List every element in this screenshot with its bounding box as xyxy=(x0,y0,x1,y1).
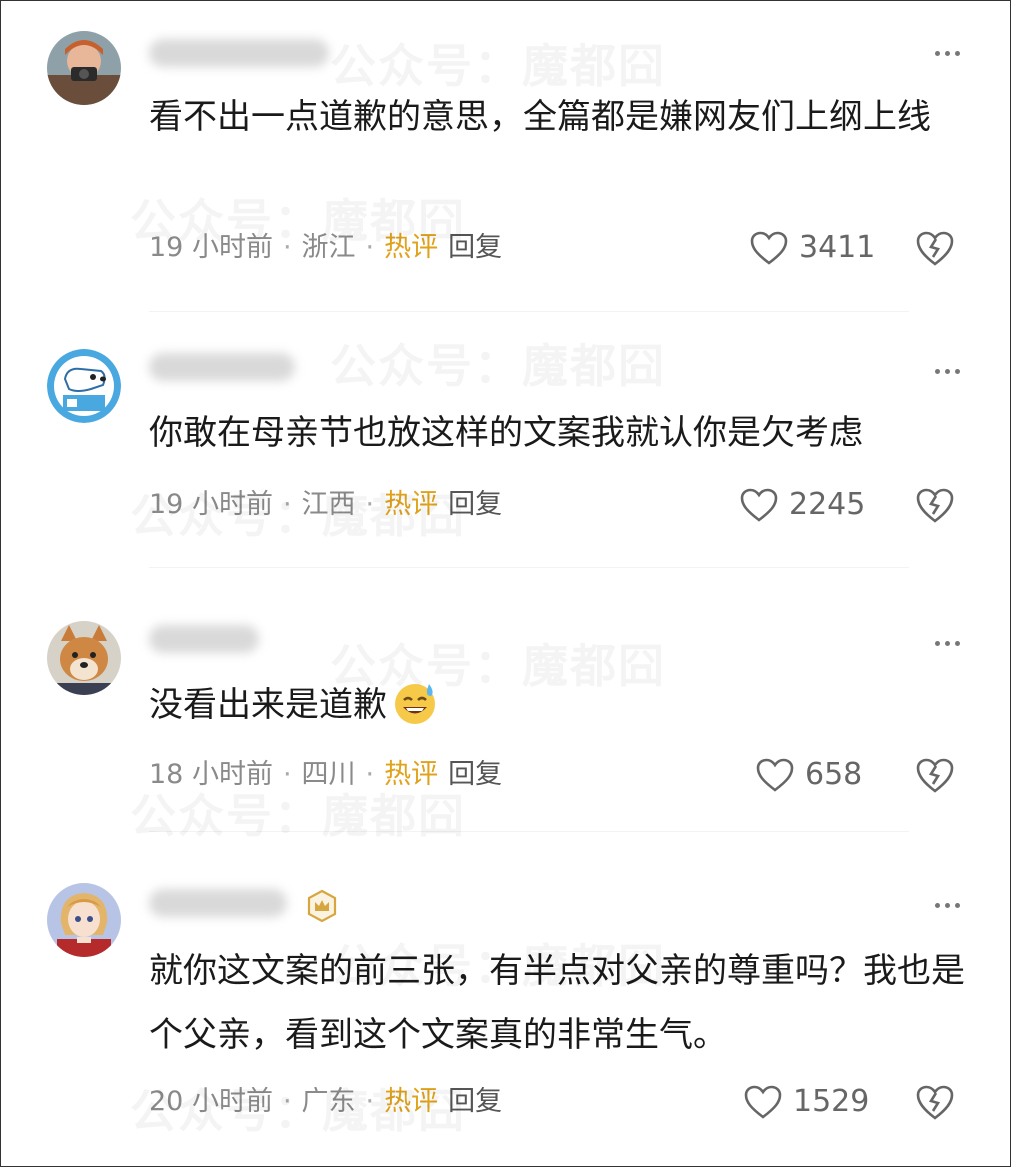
meta-separator: · xyxy=(282,759,292,790)
heart-icon xyxy=(756,758,794,792)
like-button[interactable]: 658 xyxy=(755,755,862,795)
meta-separator: · xyxy=(282,232,292,263)
more-options-icon[interactable] xyxy=(933,639,963,649)
comment-text: 没看出来是道歉 xyxy=(149,673,969,737)
heart-icon xyxy=(744,1085,782,1119)
broken-heart-icon[interactable] xyxy=(915,756,955,794)
username-blurred[interactable] xyxy=(149,39,329,67)
reply-button[interactable]: 回复 xyxy=(448,489,502,520)
sweat-smile-emoji-icon xyxy=(395,684,435,724)
comment-text: 看不出一点道歉的意思，全篇都是嫌网友们上纲上线 xyxy=(149,97,931,137)
divider xyxy=(149,311,909,312)
broken-heart-icon[interactable] xyxy=(915,486,955,524)
comment-meta: 18 小时前 · 四川 · 热评 回复 xyxy=(149,755,502,795)
comment-location: 浙江 xyxy=(301,232,356,263)
like-button[interactable]: 1529 xyxy=(743,1082,869,1122)
divider xyxy=(149,831,909,832)
hot-comment-badge: 热评 xyxy=(384,1086,439,1117)
comment-time: 19 小时前 xyxy=(149,489,273,520)
comment-meta: 19 小时前 · 浙江 · 热评 回复 xyxy=(149,228,502,268)
broken-heart-icon[interactable] xyxy=(915,1083,955,1121)
meta-separator: · xyxy=(282,1086,292,1117)
more-options-icon[interactable] xyxy=(933,367,963,377)
comment-list: 看不出一点道歉的意思，全篇都是嫌网友们上纲上线 19 小时前 · 浙江 · 热评 回复 3… xyxy=(0,0,1011,1167)
hot-comment-badge: 热评 xyxy=(384,489,439,520)
comment-location: 四川 xyxy=(301,759,356,790)
username-blurred[interactable] xyxy=(149,353,295,381)
comment-text-content: 没看出来是道歉 xyxy=(149,685,387,725)
comment-text: 你敢在母亲节也放这样的文案我就认你是欠考虑 xyxy=(149,413,863,453)
comment-meta: 20 小时前 · 广东 · 热评 回复 xyxy=(149,1082,502,1122)
meta-separator: · xyxy=(282,489,292,520)
reply-button[interactable]: 回复 xyxy=(448,759,502,790)
hot-comment-badge: 热评 xyxy=(384,759,439,790)
like-button[interactable]: 2245 xyxy=(739,485,865,525)
meta-separator: · xyxy=(365,759,375,790)
username-blurred[interactable] xyxy=(149,625,259,653)
like-count: 1529 xyxy=(793,1084,870,1119)
shiba-dog-avatar-icon xyxy=(47,621,121,695)
broken-heart-icon[interactable] xyxy=(915,229,955,267)
crown-badge-icon xyxy=(307,889,337,923)
comment-time: 19 小时前 xyxy=(149,232,273,263)
more-options-icon[interactable] xyxy=(933,49,963,59)
comment-location: 广东 xyxy=(301,1086,356,1117)
like-count: 2245 xyxy=(789,487,866,522)
comment-time: 20 小时前 xyxy=(149,1086,273,1117)
avatar[interactable] xyxy=(47,883,121,957)
heart-icon xyxy=(740,488,778,522)
child-with-camera-avatar-icon xyxy=(47,31,121,105)
comment-time: 18 小时前 xyxy=(149,759,273,790)
meta-separator: · xyxy=(365,232,375,263)
anime-girl-avatar-icon xyxy=(47,883,121,957)
reply-button[interactable]: 回复 xyxy=(448,1086,502,1117)
like-count: 3411 xyxy=(799,230,876,265)
divider xyxy=(149,567,909,568)
meta-separator: · xyxy=(365,1086,375,1117)
like-button[interactable]: 3411 xyxy=(749,228,875,268)
cartoon-dog-avatar-icon xyxy=(47,349,121,423)
avatar[interactable] xyxy=(47,31,121,105)
comment-meta: 19 小时前 · 江西 · 热评 回复 xyxy=(149,485,502,525)
reply-button[interactable]: 回复 xyxy=(448,232,502,263)
meta-separator: · xyxy=(365,489,375,520)
username-blurred[interactable] xyxy=(149,889,287,917)
avatar[interactable] xyxy=(47,621,121,695)
hot-comment-badge: 热评 xyxy=(384,232,439,263)
comment-text: 就你这文案的前三张，有半点对父亲的尊重吗？我也是个父亲，看到这个文案真的非常生气… xyxy=(149,951,965,1055)
avatar[interactable] xyxy=(47,349,121,423)
heart-icon xyxy=(750,231,788,265)
more-options-icon[interactable] xyxy=(933,901,963,911)
like-count: 658 xyxy=(805,757,863,792)
comment-location: 江西 xyxy=(301,489,356,520)
